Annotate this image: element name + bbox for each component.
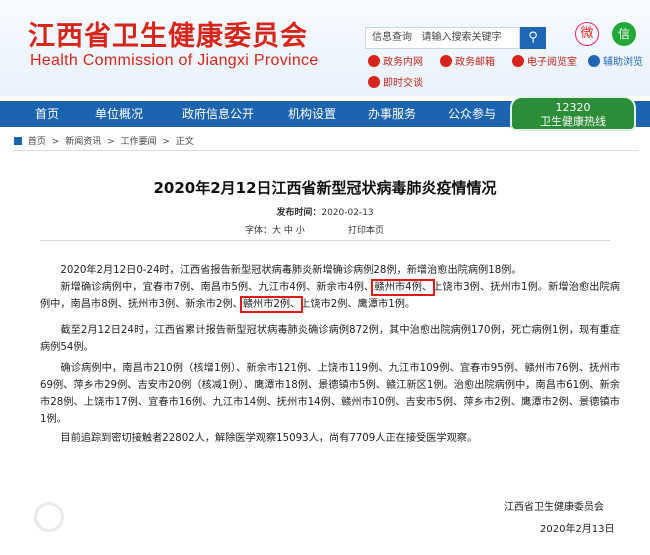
search-label: 信息查询 — [372, 32, 412, 43]
quick-link-reading-room[interactable]: 电子阅览室 — [512, 55, 577, 71]
hotline-button[interactable]: 12320 卫生健康热线 — [510, 96, 636, 131]
nav-institutions[interactable]: 机构设置 — [272, 101, 352, 127]
chat-icon — [368, 76, 380, 88]
breadcrumb-news[interactable]: 新闻资讯 — [65, 137, 101, 147]
watermark-logo — [34, 498, 224, 538]
search-icon[interactable]: ⚲ — [520, 27, 546, 49]
divider — [12, 150, 638, 151]
quick-link-chat[interactable]: 即时交谈 — [368, 76, 423, 92]
quick-link-internal-net[interactable]: 政务内网 — [368, 55, 423, 71]
nav-gov-info[interactable]: 政府信息公开 — [168, 101, 268, 127]
nav-overview[interactable]: 单位概况 — [84, 101, 154, 127]
building-icon — [368, 55, 380, 67]
hotline-number: 12320 — [555, 101, 591, 114]
search-input[interactable]: 信息查询 请输入搜索关键字 — [365, 27, 520, 49]
quick-link-mail[interactable]: 政务邮箱 — [440, 55, 495, 71]
nav-public[interactable]: 公众参与 — [432, 101, 512, 127]
highlight-ganzhou-cured: 赣州市2例、 — [239, 296, 304, 313]
publish-date: 发布时间：2020-02-13 — [276, 208, 374, 218]
article-paragraph-2: 新增确诊病例中，宜春市7例、南昌市5例、九江市4例、新余市4例、赣州市4例、上饶… — [40, 279, 620, 313]
accessibility-icon — [588, 55, 600, 67]
article-divider — [40, 240, 610, 241]
weibo-icon[interactable]: 微 — [575, 22, 599, 46]
hotline-label: 卫生健康热线 — [540, 115, 606, 128]
article-paragraph-5: 目前追踪到密切接触者22802人，解除医学观察15093人，尚有7709人正在接… — [60, 433, 478, 444]
article-signoff-date: 2020年2月13日 — [540, 524, 615, 535]
search-placeholder: 请输入搜索关键字 — [421, 32, 502, 43]
breadcrumb-current: 正文 — [175, 137, 194, 147]
print-link[interactable]: 打印本页 — [348, 223, 384, 236]
site-header: 江西省卫生健康委员会 Health Commission of Jiangxi … — [0, 0, 650, 96]
nav-services[interactable]: 办事服务 — [352, 101, 432, 127]
article-title: 2020年2月12日江西省新型冠状病毒肺炎疫情情况 — [153, 179, 497, 197]
home-icon — [14, 137, 22, 145]
breadcrumb-home[interactable]: 首页 — [28, 137, 46, 147]
site-title[interactable]: 江西省卫生健康委员会 — [28, 14, 308, 53]
breadcrumb: 首页 > 新闻资讯 > 工作要闻 > 正文 — [14, 135, 197, 149]
wechat-icon[interactable]: 信 — [612, 22, 636, 46]
article-paragraph-4: 确诊病例中，南昌市210例（核增1例）、新余市121例、上饶市119例、九江市1… — [40, 363, 620, 425]
book-icon — [512, 55, 524, 67]
font-size-control[interactable]: 字体：大 中 小 — [245, 223, 305, 236]
article-paragraph-3: 截至2月12日24时，江西省累计报告新型冠状病毒肺炎确诊病例872例，其中治愈出… — [40, 325, 620, 353]
highlight-ganzhou-new: 赣州市4例、 — [371, 279, 436, 296]
breadcrumb-work-news[interactable]: 工作要闻 — [121, 137, 157, 147]
article-paragraph-1: 2020年2月12日0-24时，江西省报告新型冠状病毒肺炎新增确诊病例28例，新… — [60, 265, 522, 276]
article-signoff: 江西省卫生健康委员会 — [504, 502, 604, 513]
quick-link-accessibility[interactable]: 辅助浏览 — [588, 55, 643, 71]
mail-icon — [440, 55, 452, 67]
nav-home[interactable]: 首页 — [22, 101, 72, 127]
